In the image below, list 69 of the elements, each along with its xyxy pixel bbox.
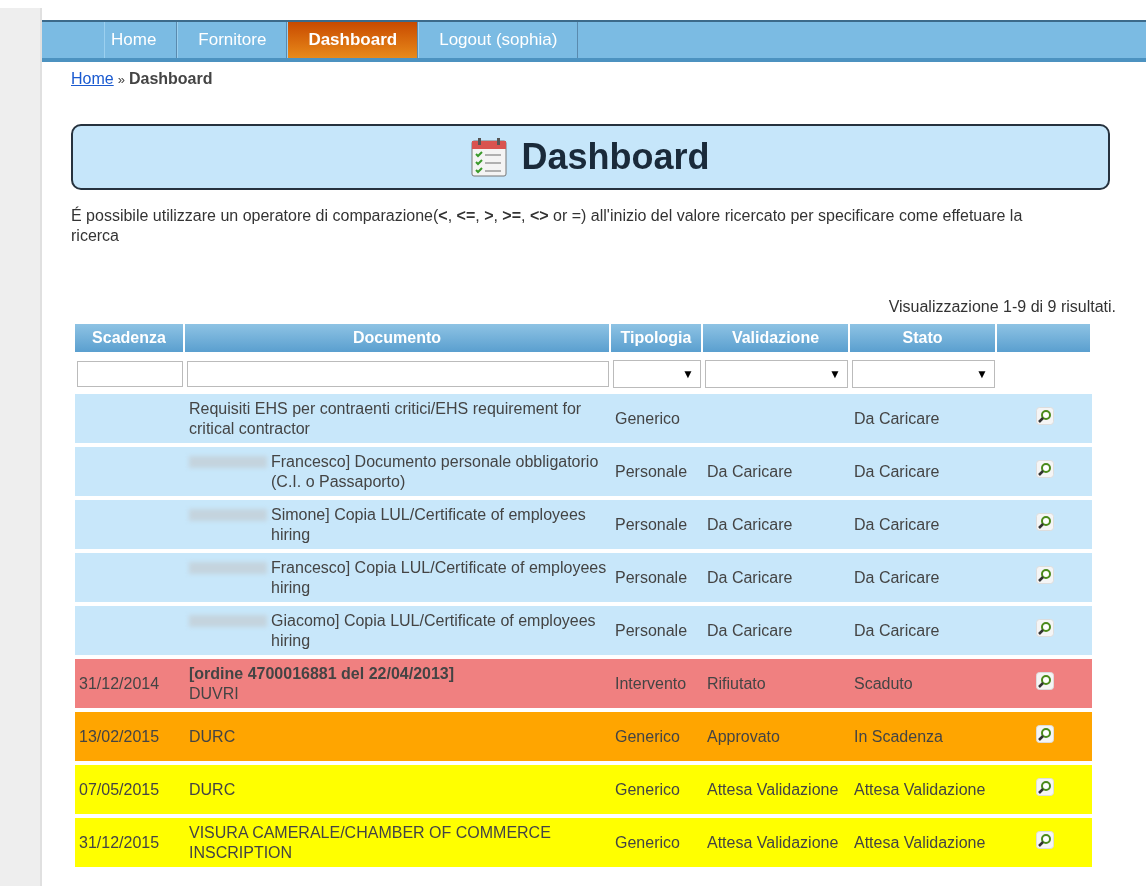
column-header[interactable] [997, 324, 1092, 352]
document-type: Generico [615, 780, 680, 798]
document-name: Francesco] Copia LUL/Certificate of employees hiring [271, 557, 607, 598]
breadcrumb-current: Dashboard [128, 70, 213, 87]
nav-tab[interactable]: Logout (sophia) [418, 22, 579, 58]
document-name: Francesco] Documento personale obbligatorio (C.I. o Passaporto) [271, 451, 600, 492]
column-header[interactable]: Stato [850, 324, 997, 352]
search-icon[interactable] [1035, 831, 1054, 849]
document-status: Attesa Validazione [854, 833, 986, 851]
document-status: Da Caricare [854, 621, 940, 639]
search-hint: É possibile utilizzare un operatore di comparazione(<, <=, >, >=, <> or =) all'inizio del valore ricercato per specificare come effetuare la ricerca [71, 206, 1024, 246]
document-status: Da Caricare [854, 462, 940, 480]
document-name: DURC [189, 726, 236, 747]
document-status: Da Caricare [854, 409, 940, 427]
nav-tab[interactable]: Home [104, 22, 178, 58]
document-type: Personale [615, 462, 688, 480]
search-icon[interactable] [1035, 407, 1054, 425]
document-type: Personale [615, 568, 688, 586]
search-icon[interactable] [1035, 513, 1054, 531]
document-type: Generico [615, 409, 680, 427]
page-title: Dashboard [521, 136, 710, 178]
document-type: Personale [615, 515, 688, 533]
due-date: 31/12/2015 [79, 833, 160, 851]
search-icon[interactable] [1035, 566, 1054, 584]
filter-dropdown[interactable]: ▼ [852, 360, 995, 388]
document-name: [ordine 4700016881 del 22/04/2013] DUVRI [189, 663, 455, 704]
search-icon[interactable] [1035, 778, 1054, 796]
due-date: 13/02/2015 [79, 727, 160, 745]
search-icon[interactable] [1035, 672, 1054, 690]
validation-status: Da Caricare [707, 568, 793, 586]
document-status: Attesa Validazione [854, 780, 986, 798]
document-name: Giacomo] Copia LUL/Certificate of employees hiring [271, 610, 597, 651]
search-icon[interactable] [1035, 725, 1054, 743]
document-type: Personale [615, 621, 688, 639]
breadcrumb-link[interactable]: Home [71, 70, 114, 87]
filter-field[interactable] [187, 361, 609, 387]
search-icon[interactable] [1035, 460, 1054, 478]
due-date: 31/12/2014 [79, 674, 160, 692]
filter-dropdown[interactable]: ▼ [705, 360, 848, 388]
column-header[interactable]: Documento [185, 324, 611, 352]
document-name: VISURA CAMERALE/CHAMBER OF COMMERCE INSCRIPTION [189, 822, 552, 863]
document-type: Generico [615, 833, 680, 851]
filter-field[interactable] [77, 361, 183, 387]
document-type: Intervento [615, 674, 687, 692]
document-status: In Scadenza [854, 727, 943, 745]
validation-status: Da Caricare [707, 462, 793, 480]
column-header[interactable]: Tipologia [611, 324, 703, 352]
search-icon[interactable] [1035, 619, 1054, 637]
validation-status: Da Caricare [707, 515, 793, 533]
validation-status: Rifiutato [707, 674, 766, 692]
document-name: Simone] Copia LUL/Certificate of employees hiring [271, 504, 587, 545]
results-summary: Visualizzazione 1-9 di 9 risultati. [887, 298, 1116, 316]
document-type: Generico [615, 727, 680, 745]
validation-status: Attesa Validazione [707, 780, 839, 798]
column-header[interactable]: Validazione [703, 324, 850, 352]
due-date: 07/05/2015 [79, 780, 160, 798]
document-name: DURC [189, 779, 236, 800]
checklist-calendar-icon [471, 137, 508, 177]
document-status: Scaduto [854, 674, 913, 692]
document-status: Da Caricare [854, 515, 940, 533]
nav-tab[interactable]: Dashboard [287, 22, 419, 58]
validation-status: Da Caricare [707, 621, 793, 639]
validation-status: Approvato [707, 727, 780, 745]
validation-status: Attesa Validazione [707, 833, 839, 851]
document-status: Da Caricare [854, 568, 940, 586]
filter-dropdown[interactable]: ▼ [613, 360, 701, 388]
column-header[interactable]: Scadenza [75, 324, 185, 352]
document-name: Requisiti EHS per contraenti critici/EHS requirement for critical contractor [189, 398, 583, 439]
breadcrumb-separator: » [117, 72, 125, 87]
